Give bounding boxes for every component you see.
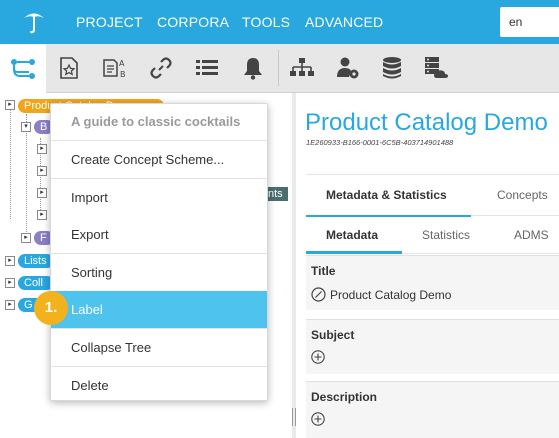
tree-toggle[interactable]: ▸: [21, 233, 31, 243]
top-navigation-bar: PROJECT CORPORA TOOLS ADVANCED en: [0, 0, 559, 44]
bell-icon: [244, 58, 262, 80]
tree-toggle[interactable]: ▸: [5, 300, 15, 310]
user-settings-button[interactable]: [325, 44, 371, 92]
title-field: Title Product Catalog Demo: [306, 255, 559, 310]
link-icon: [150, 57, 172, 79]
detail-panel: Product Catalog Demo 1E260933-B166-0001-…: [296, 93, 559, 438]
notifications-button[interactable]: [230, 44, 276, 92]
add-subject-icon[interactable]: [311, 350, 325, 364]
menu-item-export[interactable]: Export: [51, 216, 267, 253]
tree-toggle[interactable]: ▸: [5, 256, 15, 266]
tree-node-collections[interactable]: Coll: [18, 276, 54, 290]
nav-advanced[interactable]: ADVANCED: [305, 14, 383, 30]
edit-circle-icon[interactable]: [311, 287, 326, 302]
menu-item-create-concept-scheme[interactable]: Create Concept Scheme...: [51, 141, 267, 178]
subject-field-label: Subject: [311, 328, 355, 342]
toolbar: A B: [0, 44, 559, 93]
context-menu: A guide to classic cocktails Create Conc…: [50, 103, 268, 401]
tree-toggle[interactable]: ▸: [37, 166, 47, 176]
menu-item-delete[interactable]: Delete: [51, 367, 267, 404]
concept-uuid: 1E260933-B166-0001-6C5B-403714901488: [306, 138, 454, 147]
title-value-text: Product Catalog Demo: [330, 287, 452, 302]
menu-item-import[interactable]: Import: [51, 179, 267, 216]
hierarchy-button[interactable]: [0, 44, 46, 93]
description-field-label: Description: [311, 390, 378, 404]
page-title: Product Catalog Demo: [305, 109, 548, 136]
org-chart-button[interactable]: [279, 44, 325, 92]
sub-tabs: Metadata Statistics ADMS: [306, 216, 559, 254]
list-icon: [196, 60, 218, 75]
tree-toggle[interactable]: ▾: [21, 122, 31, 132]
tab-concepts[interactable]: Concepts: [497, 188, 548, 202]
concept-scheme-button[interactable]: [46, 44, 92, 92]
server-cloud-icon: [425, 57, 448, 78]
title-field-label: Title: [311, 264, 336, 278]
nav-project[interactable]: PROJECT: [76, 14, 143, 30]
hierarchy-icon: [11, 58, 35, 79]
subject-field: Subject: [306, 319, 559, 374]
add-description-icon[interactable]: [311, 412, 325, 426]
list-button[interactable]: [184, 44, 230, 92]
title-field-value[interactable]: Product Catalog Demo: [311, 287, 451, 302]
server-cloud-button[interactable]: [413, 44, 459, 92]
subtab-adms[interactable]: ADMS: [514, 228, 549, 242]
link-button[interactable]: [138, 44, 184, 92]
menu-item-sorting[interactable]: Sorting: [51, 254, 267, 291]
language-selector[interactable]: en: [500, 7, 559, 37]
abc-label-icon: A B: [103, 59, 126, 79]
nav-tools[interactable]: TOOLS: [242, 14, 290, 30]
tree-node-lists[interactable]: Lists: [18, 254, 54, 268]
svg-text:A: A: [119, 59, 125, 68]
description-field: Description: [306, 381, 559, 438]
tree-toggle[interactable]: ▸: [5, 100, 15, 110]
org-chart-icon: [290, 58, 314, 76]
context-menu-title: A guide to classic cocktails: [71, 114, 241, 129]
tab-metadata-statistics[interactable]: Metadata & Statistics: [326, 188, 447, 202]
tree-toggle[interactable]: ▸: [37, 188, 47, 198]
step-badge: 1.: [34, 291, 68, 325]
main-tabs: Metadata & Statistics Concepts: [306, 174, 559, 217]
tree-toggle[interactable]: ▸: [37, 144, 47, 154]
abc-label-button[interactable]: A B: [92, 44, 138, 92]
app-logo-icon[interactable]: [22, 9, 46, 35]
language-value: en: [509, 15, 523, 29]
subtab-metadata[interactable]: Metadata: [326, 228, 378, 242]
subtab-statistics[interactable]: Statistics: [422, 228, 470, 242]
database-button[interactable]: [369, 44, 415, 92]
menu-item-collapse-tree[interactable]: Collapse Tree: [51, 329, 267, 366]
database-icon: [383, 57, 401, 79]
tree-guide-line: [26, 114, 27, 238]
svg-text:B: B: [120, 70, 126, 79]
tree-toggle[interactable]: ▸: [5, 278, 15, 288]
menu-item-label[interactable]: Label: [51, 291, 267, 328]
tree-guide-line: [10, 104, 11, 219]
nav-corpora[interactable]: CORPORA: [157, 14, 229, 30]
user-settings-icon: [337, 57, 359, 79]
tree-toggle[interactable]: ▸: [37, 210, 47, 220]
concept-scheme-icon: [60, 57, 78, 79]
active-subtab-indicator: [306, 251, 402, 254]
tree-node-selected[interactable]: nts: [266, 187, 288, 201]
